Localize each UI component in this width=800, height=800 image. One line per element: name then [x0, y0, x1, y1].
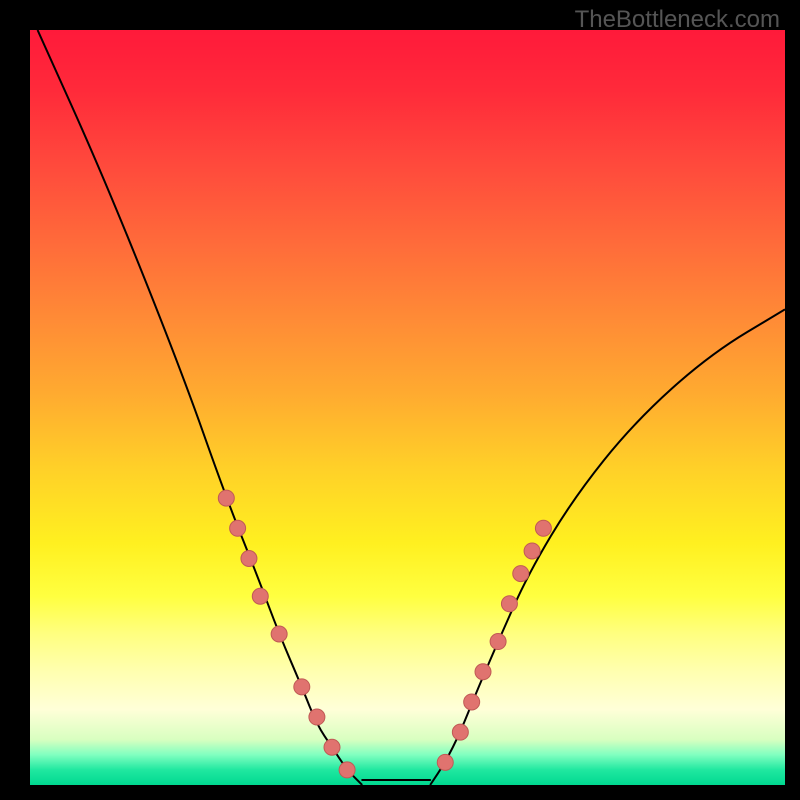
left-markers-group [218, 490, 355, 778]
data-marker [513, 566, 529, 582]
right-markers-group [437, 520, 551, 770]
data-marker [230, 520, 246, 536]
data-marker [524, 543, 540, 559]
data-marker [271, 626, 287, 642]
data-marker [464, 694, 480, 710]
right-branch-curve [430, 309, 785, 785]
data-marker [309, 709, 325, 725]
data-marker [452, 724, 468, 740]
data-marker [475, 664, 491, 680]
data-marker [218, 490, 234, 506]
data-marker [241, 551, 257, 567]
data-marker [324, 739, 340, 755]
bottleneck-curve [30, 30, 785, 785]
data-marker [501, 596, 517, 612]
data-marker [252, 588, 268, 604]
data-marker [294, 679, 310, 695]
left-branch-curve [38, 30, 363, 785]
chart-plot-area [30, 30, 785, 785]
data-marker [535, 520, 551, 536]
data-marker [437, 754, 453, 770]
watermark-text: TheBottleneck.com [575, 6, 780, 34]
data-marker [490, 634, 506, 650]
data-marker [339, 762, 355, 778]
